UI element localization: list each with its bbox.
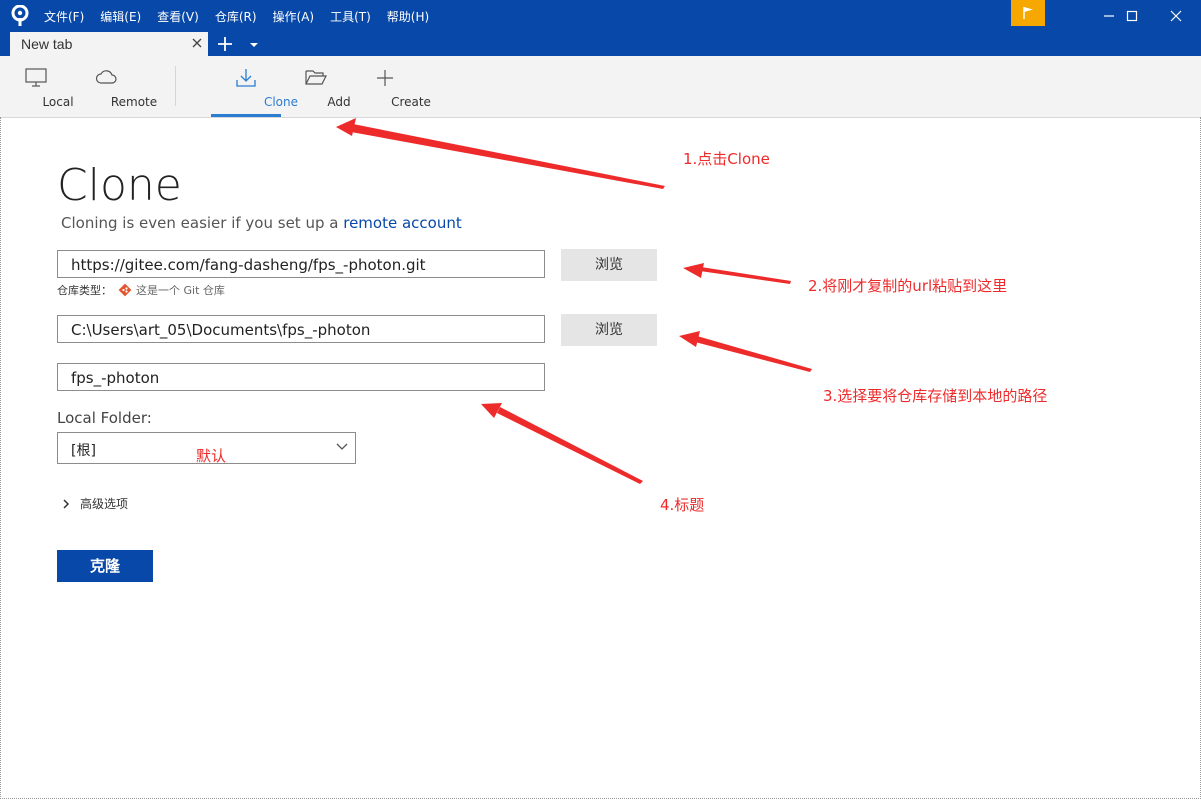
annotation-default: 默认 [196, 447, 227, 465]
tab-close-icon[interactable] [190, 36, 204, 50]
tab-dropdown-icon[interactable] [248, 40, 260, 50]
clone-submit-button[interactable]: 克隆 [57, 550, 153, 582]
repo-type-label: 仓库类型： [57, 284, 112, 297]
advanced-options-toggle[interactable]: 高级选项 [62, 495, 128, 512]
browse-destination-button[interactable]: 浏览 [561, 314, 657, 346]
advanced-options-label: 高级选项 [80, 497, 129, 511]
add-tool-button[interactable]: Add [293, 56, 351, 116]
toolbar-separator [175, 66, 176, 106]
local-button[interactable]: Local [14, 56, 74, 116]
clone-tool-button[interactable]: Clone [211, 56, 298, 117]
chevron-right-icon [63, 498, 70, 509]
maximize-icon [1126, 10, 1138, 22]
remote-button[interactable]: Remote [78, 56, 157, 116]
annotation-step-1: 1.点击Clone [683, 150, 770, 168]
plus-icon [377, 70, 393, 86]
maximize-button[interactable] [1109, 0, 1155, 32]
create-tool-button[interactable]: Create [361, 56, 431, 116]
tab-label: New tab [21, 36, 73, 52]
app-logo-icon [11, 5, 29, 26]
annotation-step-4: 4.标题 [660, 496, 705, 514]
flag-button[interactable] [1011, 0, 1045, 26]
annotation-step-2: 2.将刚才复制的url粘贴到这里 [808, 277, 1008, 295]
menu-help[interactable]: 帮助(H) [387, 8, 429, 25]
local-folder-label: Local Folder: [57, 409, 152, 427]
download-icon [236, 69, 256, 87]
repo-type-value: 这是一个 Git 仓库 [136, 284, 225, 297]
tab-new-tab[interactable]: New tab [10, 32, 208, 56]
remote-account-link[interactable]: remote account [343, 214, 462, 232]
repo-type-row: 仓库类型： 这是一个 Git 仓库 [57, 282, 225, 298]
menu-actions[interactable]: 操作(A) [273, 8, 315, 25]
local-label: Local [42, 95, 74, 109]
add-tool-label: Add [327, 95, 351, 109]
subtitle: Cloning is even easier if you set up a r… [61, 214, 462, 232]
cloud-icon [95, 70, 117, 84]
menu-edit[interactable]: 编辑(E) [100, 8, 141, 25]
add-tab-icon[interactable] [216, 35, 234, 53]
repo-name-input[interactable]: fps_-photon [57, 363, 545, 391]
menu-bar: 文件(F) 编辑(E) 查看(V) 仓库(R) 操作(A) 工具(T) 帮助(H… [36, 0, 437, 32]
menu-view[interactable]: 查看(V) [157, 8, 199, 25]
monitor-icon [25, 68, 47, 87]
browse-source-button[interactable]: 浏览 [561, 249, 657, 281]
close-window-button[interactable] [1153, 0, 1199, 32]
destination-path-input[interactable]: C:\Users\art_05\Documents\fps_-photon [57, 315, 545, 343]
chevron-down-icon [336, 443, 348, 450]
page-title: Clone [57, 160, 182, 211]
git-icon [118, 283, 132, 297]
flag-icon [1023, 7, 1033, 19]
remote-label: Remote [110, 95, 158, 109]
source-url-input[interactable]: https://gitee.com/fang-dasheng/fps_-phot… [57, 250, 545, 278]
menu-tools[interactable]: 工具(T) [330, 8, 371, 25]
menu-repository[interactable]: 仓库(R) [215, 8, 257, 25]
menu-file[interactable]: 文件(F) [44, 8, 84, 25]
subtitle-text: Cloning is even easier if you set up a [61, 214, 339, 232]
annotation-step-3: 3.选择要将仓库存储到本地的路径 [823, 387, 1048, 405]
toolbar: Local Remote Clone Add Create [0, 56, 1201, 118]
local-folder-value: [根] [71, 443, 96, 459]
create-tool-label: Create [391, 95, 431, 109]
folder-open-icon [305, 70, 327, 85]
close-icon [1170, 10, 1182, 22]
